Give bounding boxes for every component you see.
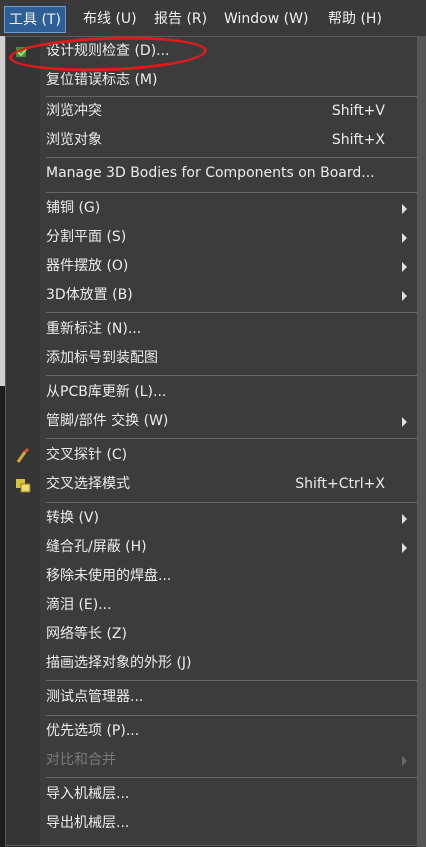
menubar: 工具 (T) 布线 (U) 报告 (R) Window (W) 帮助 (H) — [0, 0, 426, 36]
menu-item-polygon-pours[interactable]: 铺铜 (G) — [6, 194, 417, 223]
menu-item-update-from-pcb-library[interactable]: 从PCB库更新 (L)... — [6, 378, 417, 407]
menu-item-label: 优先选项 (P)... — [46, 723, 140, 739]
menu-item-add-designators-assembly[interactable]: 添加标号到装配图 — [6, 344, 417, 373]
submenu-arrow-icon — [402, 262, 407, 272]
menu-item-cross-select-mode[interactable]: 交叉选择模式 Shift+Ctrl+X — [6, 470, 417, 499]
submenu-arrow-icon — [402, 233, 407, 243]
drc-check-icon — [16, 46, 29, 57]
menu-item-label: 对比和合并 — [46, 752, 116, 768]
cross-select-icon — [16, 479, 31, 493]
menu-item-label: 缝合孔/屏蔽 (H) — [46, 539, 147, 555]
menu-item-shortcut: Shift+X — [331, 132, 385, 148]
menu-item-split-planes[interactable]: 分割平面 (S) — [6, 223, 417, 252]
menu-item-label: 铺铜 (G) — [46, 200, 101, 216]
menu-item-label: 交叉选择模式 — [46, 476, 130, 492]
menu-item-convert[interactable]: 转换 (V) — [6, 504, 417, 533]
menu-separator — [46, 502, 417, 503]
menubar-route[interactable]: 布线 (U) — [79, 6, 141, 33]
menu-item-label: 网络等长 (Z) — [46, 626, 127, 642]
menu-item-label: 3D体放置 (B) — [46, 287, 133, 303]
background-app-right-edge — [418, 36, 426, 847]
menu-item-manage-3d-bodies[interactable]: Manage 3D Bodies for Components on Board… — [6, 159, 417, 188]
menubar-reports[interactable]: 报告 (R) — [150, 6, 211, 33]
menu-item-label: 转换 (V) — [46, 510, 99, 526]
menu-item-label: 浏览冲突 — [46, 103, 102, 119]
submenu-arrow-icon — [402, 204, 407, 214]
menu-item-label: 器件摆放 (O) — [46, 258, 129, 274]
menu-item-export-mechanical-layers[interactable]: 导出机械层... — [6, 809, 417, 838]
menu-item-3d-body-placement[interactable]: 3D体放置 (B) — [6, 281, 417, 310]
tools-dropdown-menu: 设计规则检查 (D)... 复位错误标志 (M) 浏览冲突 Shift+V 浏览… — [5, 36, 418, 846]
menu-item-label: 管脚/部件 交换 (W) — [46, 413, 169, 429]
submenu-arrow-icon — [402, 291, 407, 301]
menubar-window[interactable]: Window (W) — [220, 6, 312, 33]
menu-item-outline-selected-objects[interactable]: 描画选择对象的外形 (J) — [6, 649, 417, 678]
cross-probe-icon — [16, 448, 30, 463]
menu-item-equalize-net-lengths[interactable]: 网络等长 (Z) — [6, 620, 417, 649]
menu-item-re-annotate[interactable]: 重新标注 (N)... — [6, 315, 417, 344]
menu-item-label: 描画选择对象的外形 (J) — [46, 655, 192, 671]
menu-item-label: 复位错误标志 (M) — [46, 72, 158, 88]
menu-separator — [46, 312, 417, 313]
menu-separator — [46, 375, 417, 376]
menu-item-label: 导出机械层... — [46, 815, 130, 831]
menu-item-shortcut: Shift+Ctrl+X — [295, 476, 385, 492]
menu-item-compare-and-merge: 对比和合并 — [6, 746, 417, 775]
submenu-arrow-icon — [402, 543, 407, 553]
menu-item-shortcut: Shift+V — [331, 103, 385, 119]
menu-item-pin-part-swap[interactable]: 管脚/部件 交换 (W) — [6, 407, 417, 436]
menu-item-label: 交叉探针 (C) — [46, 447, 128, 463]
menu-item-teardrops[interactable]: 滴泪 (E)... — [6, 591, 417, 620]
menu-item-label: 浏览对象 — [46, 132, 102, 148]
menubar-help[interactable]: 帮助 (H) — [324, 6, 386, 33]
menu-item-testpoint-manager[interactable]: 测试点管理器... — [6, 683, 417, 712]
menu-item-browse-objects[interactable]: 浏览对象 Shift+X — [6, 126, 417, 155]
menu-item-label: Manage 3D Bodies for Components on Board… — [46, 165, 375, 181]
menu-item-component-placement[interactable]: 器件摆放 (O) — [6, 252, 417, 281]
menu-separator — [46, 777, 417, 778]
menu-separator — [46, 157, 417, 158]
menu-item-label: 设计规则检查 (D)... — [46, 43, 170, 59]
menu-item-label: 移除未使用的焊盘... — [46, 568, 172, 584]
menu-item-cross-probe[interactable]: 交叉探针 (C) — [6, 441, 417, 470]
menubar-tools[interactable]: 工具 (T) — [4, 6, 66, 33]
menu-separator — [46, 438, 417, 439]
menu-item-label: 添加标号到装配图 — [46, 350, 158, 366]
menu-item-reset-error-markers[interactable]: 复位错误标志 (M) — [6, 66, 417, 95]
submenu-arrow-icon — [402, 514, 407, 524]
menu-item-preferences[interactable]: 优先选项 (P)... — [6, 717, 417, 746]
menu-item-label: 滴泪 (E)... — [46, 597, 112, 613]
menu-item-via-stitching-shielding[interactable]: 缝合孔/屏蔽 (H) — [6, 533, 417, 562]
menu-item-browse-violations[interactable]: 浏览冲突 Shift+V — [6, 97, 417, 126]
menu-item-import-mechanical-layers[interactable]: 导入机械层... — [6, 780, 417, 809]
submenu-arrow-icon — [402, 756, 407, 766]
menu-separator — [46, 192, 417, 193]
menu-item-label: 重新标注 (N)... — [46, 321, 142, 337]
menu-separator — [46, 680, 417, 681]
menu-item-label: 从PCB库更新 (L)... — [46, 384, 167, 400]
menu-item-label: 分割平面 (S) — [46, 229, 127, 245]
menu-item-remove-unused-pads[interactable]: 移除未使用的焊盘... — [6, 562, 417, 591]
menu-separator — [46, 715, 417, 716]
menu-item-label: 导入机械层... — [46, 786, 130, 802]
submenu-arrow-icon — [402, 417, 407, 427]
menu-item-label: 测试点管理器... — [46, 689, 144, 705]
menu-item-design-rule-check[interactable]: 设计规则检查 (D)... — [6, 37, 417, 66]
